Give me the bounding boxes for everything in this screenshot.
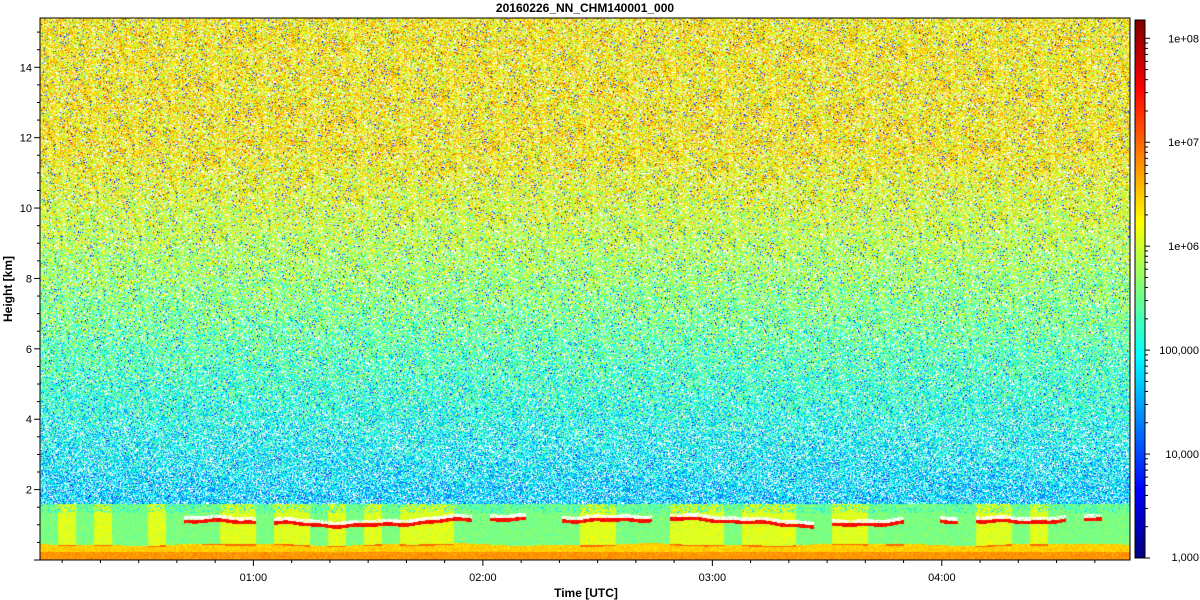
x-axis-ticks: 01:00 02:00 03:00 04:00	[61, 560, 1096, 584]
colorbar-tick-label: 1e+07	[1168, 137, 1199, 149]
x-axis-title: Time [UTC]	[554, 586, 618, 600]
y-axis-ticks: 2 4 6 8 10 12 14	[20, 31, 40, 561]
x-tick-label: 02:00	[469, 572, 497, 584]
x-tick-label: 03:00	[699, 572, 727, 584]
plot-frame	[39, 17, 1131, 561]
colorbar-tick-label: 1e+06	[1168, 241, 1199, 253]
colorbar-tick-label: 100,000	[1159, 345, 1199, 357]
colorbar-tick-label: 10,000	[1165, 449, 1199, 461]
y-tick-label: 10	[20, 203, 32, 215]
x-tick-label: 01:00	[240, 572, 268, 584]
y-tick-label: 12	[20, 133, 32, 145]
y-tick-label: 14	[20, 62, 32, 74]
x-tick-label: 04:00	[928, 572, 956, 584]
colorbar-ticks: 1,000 10,000 100,000 1e+06 1e+07 1e+08	[1134, 19, 1199, 564]
y-tick-label: 4	[26, 414, 32, 426]
y-tick-label: 2	[26, 485, 32, 497]
colorbar-tick-label: 1e+08	[1168, 33, 1199, 45]
axes: 01:00 02:00 03:00 04:00 2 4 6 8 10 12 14 1,000 10,…	[1, 17, 1199, 600]
y-tick-label: 6	[26, 344, 32, 356]
y-axis-title: Height [km]	[1, 256, 15, 322]
y-tick-label: 8	[26, 273, 32, 285]
colorbar-tick-label: 1,000	[1171, 552, 1199, 564]
